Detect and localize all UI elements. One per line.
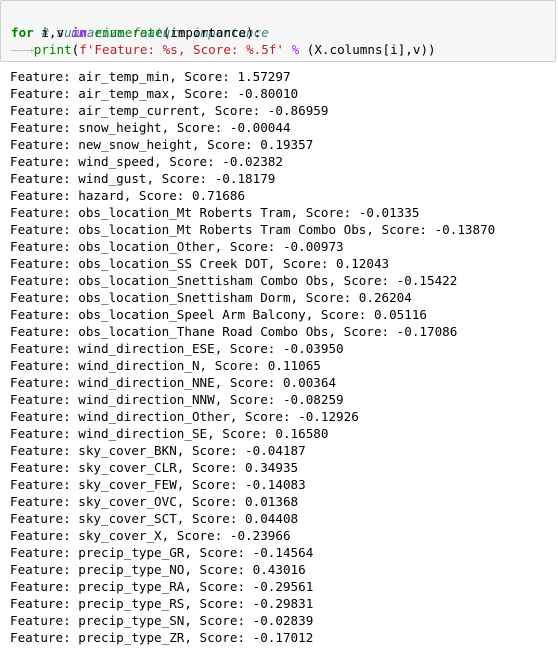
- output-line: Feature: wind_direction_NNE, Score: 0.00…: [10, 375, 337, 390]
- format-operator: %: [283, 42, 307, 57]
- output-line: Feature: wind_direction_NNW, Score: -0.0…: [10, 392, 344, 407]
- output-line: Feature: sky_cover_BKN, Score: -0.04187: [10, 443, 306, 458]
- output-line: Feature: air_temp_current, Score: -0.869…: [10, 103, 329, 118]
- output-line: Feature: obs_location_Snettisham Combo O…: [10, 273, 458, 288]
- output-line: Feature: precip_type_RS, Score: -0.29831: [10, 596, 314, 611]
- output-line: Feature: sky_cover_X, Score: -0.23966: [10, 528, 291, 543]
- loop-variables: i,v: [33, 25, 72, 40]
- output-line: Feature: sky_cover_FEW, Score: -0.14083: [10, 477, 306, 492]
- loop-iterable: (importance):: [162, 25, 262, 40]
- output-line: Feature: hazard, Score: 0.71686: [10, 188, 246, 203]
- code-line-for-loop: for i,v in enumerate(importance):: [11, 24, 261, 41]
- output-line: Feature: precip_type_GR, Score: -0.14564: [10, 545, 314, 560]
- keyword-for: for: [11, 25, 34, 40]
- output-line: Feature: obs_location_Snettisham Dorm, S…: [10, 290, 412, 305]
- format-args: (X.columns[i],v)): [306, 42, 436, 57]
- code-cell-input[interactable]: # summarize feature importance for i,v i…: [0, 0, 556, 62]
- output-line: Feature: wind_gust, Score: -0.18179: [10, 171, 276, 186]
- keyword-in: in: [71, 25, 87, 40]
- output-line: Feature: snow_height, Score: -0.00044: [10, 120, 291, 135]
- output-line: Feature: obs_location_SS Creek DOT, Scor…: [10, 256, 390, 271]
- output-line: Feature: obs_location_Other, Score: -0.0…: [10, 239, 344, 254]
- output-line: Feature: obs_location_Mt Roberts Tram, S…: [10, 205, 420, 220]
- builtin-enumerate: enumerate: [94, 25, 163, 40]
- output-line: Feature: wind_direction_N, Score: 0.1106…: [10, 358, 321, 373]
- output-line: Feature: sky_cover_CLR, Score: 0.34935: [10, 460, 299, 475]
- output-line: Feature: sky_cover_OVC, Score: 0.01368: [10, 494, 299, 509]
- output-line: Feature: air_temp_max, Score: -0.80010: [10, 86, 299, 101]
- output-line: Feature: precip_type_SN, Score: -0.02839: [10, 613, 314, 628]
- output-line: Feature: obs_location_Speel Arm Balcony,…: [10, 307, 428, 322]
- output-line: Feature: air_temp_min, Score: 1.57297: [10, 69, 291, 84]
- output-line: Feature: wind_direction_SE, Score: 0.165…: [10, 426, 329, 441]
- builtin-print: print: [33, 42, 72, 57]
- output-line: Feature: obs_location_Mt Roberts Tram Co…: [10, 222, 496, 237]
- output-line: Feature: wind_direction_Other, Score: -0…: [10, 409, 359, 424]
- output-line: Feature: precip_type_NO, Score: 0.43016: [10, 562, 306, 577]
- format-string: f'Feature: %s, Score: %.5f': [79, 42, 284, 57]
- code-line-print: ——→print(f'Feature: %s, Score: %.5f' % (…: [11, 41, 436, 58]
- output-line: Feature: obs_location_Thane Road Combo O…: [10, 324, 458, 339]
- output-line: Feature: wind_speed, Score: -0.02382: [10, 154, 283, 169]
- output-line: Feature: sky_cover_SCT, Score: 0.04408: [10, 511, 299, 526]
- indent-arrow-icon: ——→: [11, 42, 34, 57]
- output-line: Feature: precip_type_RA, Score: -0.29561: [10, 579, 314, 594]
- output-line: Feature: precip_type_ZR, Score: -0.17012: [10, 630, 314, 645]
- output-line: Feature: new_snow_height, Score: 0.19357: [10, 137, 314, 152]
- output-line: Feature: wind_direction_ESE, Score: -0.0…: [10, 341, 344, 356]
